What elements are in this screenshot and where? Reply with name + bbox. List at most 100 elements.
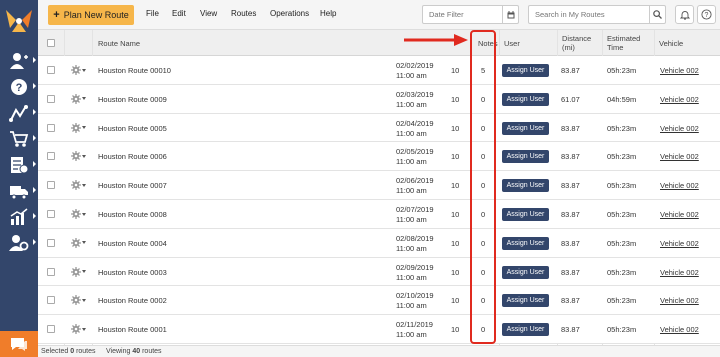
- row-settings-gear-icon[interactable]: [71, 209, 87, 219]
- route-vehicle-link[interactable]: Vehicle 002: [660, 210, 699, 219]
- route-vehicle-link[interactable]: Vehicle 002: [660, 152, 699, 161]
- row-settings-gear-icon[interactable]: [71, 295, 87, 306]
- assign-user-button[interactable]: Assign User: [502, 236, 549, 250]
- route-name[interactable]: Houston Route 00010: [98, 66, 171, 75]
- column-vehicle[interactable]: Vehicle: [659, 39, 683, 48]
- route-vehicle-link[interactable]: Vehicle 002: [660, 124, 699, 133]
- cart-icon[interactable]: [0, 126, 38, 152]
- row-checkbox[interactable]: [47, 66, 55, 74]
- select-all-checkbox[interactable]: [47, 39, 55, 47]
- assign-user-button[interactable]: Assign User: [502, 150, 549, 164]
- route-name[interactable]: Houston Route 0001: [98, 325, 167, 334]
- route-vehicle-link[interactable]: Vehicle 002: [660, 239, 699, 248]
- route-vehicle-link[interactable]: Vehicle 002: [660, 325, 699, 334]
- column-estimated-time[interactable]: Estimated Time: [607, 34, 651, 52]
- row-settings-gear-icon[interactable]: [71, 65, 87, 75]
- row-settings-gear-icon[interactable]: [71, 122, 87, 133]
- column-distance[interactable]: Distance (mi): [562, 34, 598, 52]
- route-name[interactable]: Houston Route 0008: [98, 210, 167, 219]
- row-checkbox[interactable]: [47, 325, 55, 334]
- menu-file[interactable]: File: [146, 9, 159, 18]
- assign-user-button[interactable]: Assign User: [502, 323, 549, 337]
- route-name[interactable]: Houston Route 0005: [98, 124, 167, 133]
- row-checkbox[interactable]: [47, 267, 55, 276]
- table-row[interactable]: Houston Route 0003 02/09/2019 11:00 am 10 0 A…: [38, 257, 720, 287]
- route-name[interactable]: Houston Route 0004: [98, 239, 167, 248]
- assign-user-button[interactable]: Assign User: [502, 121, 549, 135]
- column-user[interactable]: User: [504, 39, 520, 48]
- row-checkbox[interactable]: [47, 152, 55, 161]
- column-route-name[interactable]: Route Name: [98, 39, 140, 48]
- date-filter: [422, 5, 519, 24]
- orders-icon[interactable]: [0, 152, 38, 178]
- assign-user-button[interactable]: Assign User: [502, 265, 549, 279]
- route-date: 02/02/2019 11:00 am: [396, 61, 434, 81]
- row-checkbox[interactable]: [47, 210, 55, 218]
- route-vehicle-link[interactable]: Vehicle 002: [660, 66, 699, 75]
- row-checkbox[interactable]: [47, 238, 55, 247]
- menu-routes[interactable]: Routes: [231, 9, 256, 18]
- truck-icon[interactable]: [0, 178, 38, 204]
- route-name[interactable]: Houston Route 0002: [98, 296, 167, 305]
- menu-edit[interactable]: Edit: [172, 9, 186, 18]
- search-icon[interactable]: [649, 6, 665, 23]
- route-vehicle-link[interactable]: Vehicle 002: [660, 181, 699, 190]
- row-settings-gear-icon[interactable]: [71, 93, 87, 104]
- row-settings-gear-icon[interactable]: [71, 151, 87, 162]
- help-icon[interactable]: ?: [0, 74, 38, 100]
- table-row[interactable]: Houston Route 0008 02/07/2019 11:00 am 10 0 A…: [38, 200, 720, 229]
- help-circle-icon[interactable]: ?: [697, 5, 716, 24]
- assign-user-button[interactable]: Assign User: [502, 64, 549, 77]
- menu-help[interactable]: Help: [320, 9, 336, 18]
- route-name[interactable]: Houston Route 0009: [98, 95, 167, 104]
- row-settings-gear-icon[interactable]: [71, 266, 87, 277]
- route-name[interactable]: Houston Route 0003: [98, 268, 167, 277]
- table-row[interactable]: Houston Route 0005 02/04/2019 11:00 am 10 0 A…: [38, 113, 720, 143]
- table-row[interactable]: Houston Route 0007 02/06/2019 11:00 am 10 0 A…: [38, 171, 720, 200]
- add-user-icon[interactable]: [0, 48, 38, 74]
- table-row[interactable]: Houston Route 0009 02/03/2019 11:00 am 10 0 A…: [38, 84, 720, 114]
- table-row[interactable]: Houston Route 0001 02/11/2019 11:00 am 10 0 A…: [38, 315, 720, 344]
- app-logo-icon[interactable]: [2, 4, 36, 38]
- route-date-value: 02/06/2019: [396, 176, 434, 186]
- plan-new-route-button[interactable]: + Plan New Route: [48, 5, 134, 25]
- chevron-down-icon: [82, 97, 86, 101]
- route-name[interactable]: Houston Route 0006: [98, 152, 167, 161]
- route-stops: 10: [451, 210, 460, 219]
- route-vehicle-link[interactable]: Vehicle 002: [660, 296, 699, 305]
- route-vehicle-link[interactable]: Vehicle 002: [660, 268, 699, 277]
- row-settings-gear-icon[interactable]: [71, 237, 87, 248]
- row-checkbox[interactable]: [47, 123, 55, 132]
- search-input[interactable]: [535, 10, 647, 19]
- notifications-bell-icon[interactable]: [675, 5, 694, 24]
- table-row[interactable]: Houston Route 0006 02/05/2019 11:00 am 10 0 A…: [38, 142, 720, 172]
- menu-operations[interactable]: Operations: [270, 9, 309, 18]
- svg-text:?: ?: [705, 12, 709, 19]
- row-checkbox[interactable]: [47, 181, 55, 190]
- table-row[interactable]: Houston Route 00010 02/02/2019 11:00 am 10 5…: [38, 56, 720, 85]
- calendar-icon[interactable]: [502, 6, 518, 23]
- row-checkbox[interactable]: [47, 94, 55, 103]
- row-settings-gear-icon[interactable]: [71, 324, 87, 335]
- row-checkbox[interactable]: [47, 296, 55, 305]
- table-row[interactable]: Houston Route 0002 02/10/2019 11:00 am 10 0 A…: [38, 286, 720, 316]
- route-distance: 83.87: [561, 296, 580, 306]
- menu-view[interactable]: View: [200, 9, 217, 18]
- route-date-value: 02/11/2019: [396, 320, 433, 330]
- analytics-icon[interactable]: [0, 204, 38, 230]
- date-filter-input[interactable]: [429, 10, 501, 19]
- route-vehicle-link[interactable]: Vehicle 002: [660, 95, 699, 104]
- assign-user-button[interactable]: Assign User: [502, 208, 549, 221]
- user-settings-icon[interactable]: [0, 230, 38, 256]
- assign-user-button[interactable]: Assign User: [502, 92, 549, 106]
- chat-icon[interactable]: [0, 331, 38, 357]
- row-settings-gear-icon[interactable]: [71, 180, 87, 191]
- assign-user-button[interactable]: Assign User: [502, 294, 549, 308]
- assign-user-button[interactable]: Assign User: [502, 179, 549, 193]
- route-date: 02/04/2019 11:00 am: [396, 119, 434, 139]
- table-row[interactable]: Houston Route 0004 02/08/2019 11:00 am 10 0 A…: [38, 228, 720, 258]
- top-toolbar: + Plan New Route File Edit View Routes O…: [38, 0, 720, 30]
- routes-icon[interactable]: [0, 100, 38, 126]
- route-name[interactable]: Houston Route 0007: [98, 181, 167, 190]
- route-estimated-time: 04h:59m: [607, 94, 637, 104]
